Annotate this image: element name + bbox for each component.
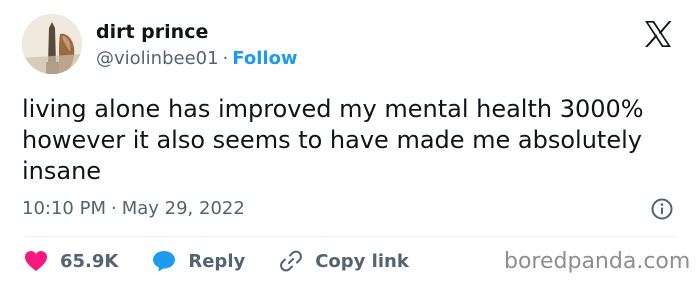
timestamp-separator: · [110, 198, 117, 219]
reply-button[interactable]: Reply [152, 250, 245, 272]
divider [22, 236, 677, 237]
reply-label: Reply [188, 250, 246, 272]
copy-link-button[interactable]: Copy link [279, 249, 409, 273]
tweet-time: 10:10 PM [22, 198, 106, 219]
link-icon [280, 250, 303, 272]
x-logo-icon[interactable] [642, 18, 674, 50]
handle-separator: · [222, 48, 229, 69]
tweet-actions: 65.9K Reply Copy link [24, 246, 409, 276]
author-handle[interactable]: @violinbee01 [96, 48, 219, 69]
tweet-date: May 29, 2022 [121, 198, 245, 219]
author-handle-row: @violinbee01 · Follow [96, 48, 298, 69]
copy-link-label: Copy link [315, 250, 409, 272]
follow-button[interactable]: Follow [232, 48, 297, 69]
reply-bubble-icon [153, 251, 176, 272]
source-watermark: boredpanda.com [504, 249, 691, 274]
heart-icon [25, 251, 47, 271]
avatar[interactable] [22, 14, 82, 74]
author-display-name[interactable]: dirt prince [96, 21, 208, 43]
avatar-photo-icon [22, 14, 82, 74]
tweet-text: living alone has improved my mental heal… [22, 95, 644, 185]
like-count: 65.9K [60, 250, 119, 272]
tweet-timestamp[interactable]: 10:10 PM · May 29, 2022 [22, 198, 245, 219]
info-icon[interactable] [650, 197, 674, 221]
like-button[interactable]: 65.9K [24, 250, 118, 272]
